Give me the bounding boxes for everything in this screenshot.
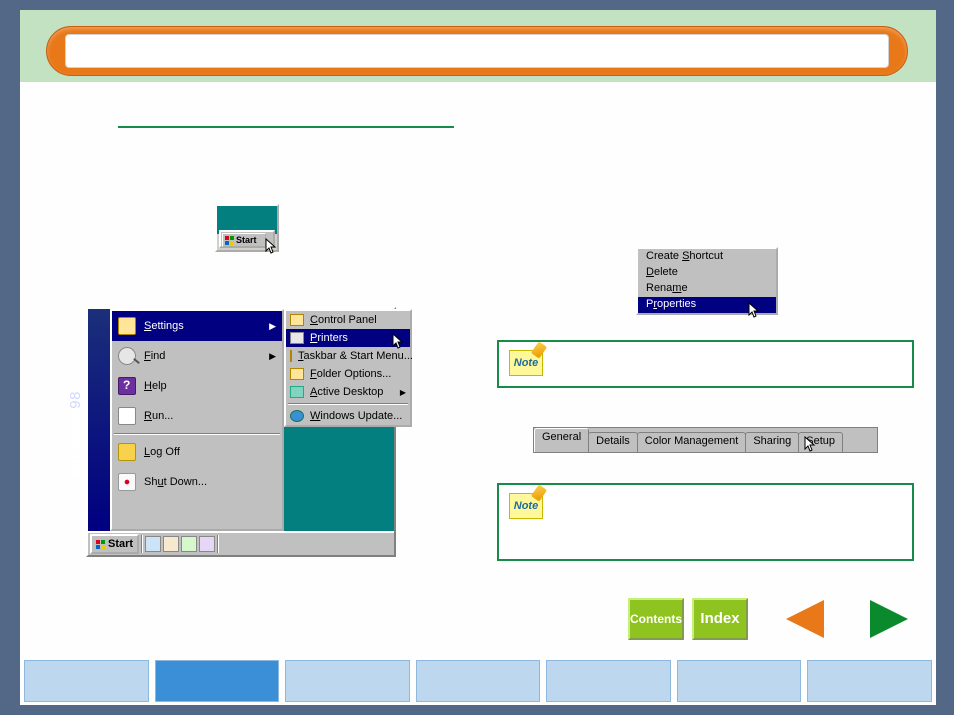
menu-item-help[interactable]: Help [112,371,282,401]
menu-item-settings[interactable]: Settings ▶ [112,311,282,341]
note-badge: Note [509,493,543,519]
submenu-item-folder-options[interactable]: Folder Options... [286,365,410,383]
cursor-icon [265,238,277,256]
context-menu: Create Shortcut Delete Rename Properties [636,247,778,315]
start-menu-banner: Windows98 [88,309,110,531]
contents-button[interactable]: Contents [628,598,684,640]
settings-submenu: Control Panel Printers Taskbar & Start M… [284,309,412,427]
tab-general[interactable]: General [534,428,589,452]
quicklaunch-ie-icon[interactable] [145,536,161,552]
logoff-icon [118,443,136,461]
menu-item-logoff[interactable]: Log Off [112,437,282,467]
note-box-2: Note [497,483,914,561]
start-label: Start [108,536,133,552]
note-badge: Note [509,350,543,376]
submenu-item-active-desktop[interactable]: Active Desktop ▶ [286,383,410,401]
note-box-1: Note [497,340,914,388]
windows-flag-icon [225,236,234,245]
cursor-icon [748,302,760,320]
bottom-tab-strip [24,660,932,702]
submenu-label: Windows Update... [310,410,402,422]
start-button-preview: Start [215,204,279,252]
quicklaunch-desktop-icon[interactable] [181,536,197,552]
windows-update-icon [290,410,304,422]
next-button[interactable] [868,598,912,640]
prev-button[interactable] [782,598,826,640]
menu-label: Settings [144,320,184,332]
menu-label: Log Off [144,446,180,458]
help-icon [118,377,136,395]
submenu-arrow-icon: ▶ [269,351,276,362]
quicklaunch-outlook-icon[interactable] [163,536,179,552]
submenu-item-windows-update[interactable]: Windows Update... [286,407,410,425]
printers-icon [290,332,304,344]
submenu-arrow-icon: ▶ [269,321,276,332]
section-divider [118,126,454,128]
taskbar-separator [217,535,219,553]
properties-tabstrip: General Details Color Management Sharing… [533,427,878,453]
cursor-icon [392,333,404,351]
submenu-label: Active Desktop [310,386,383,398]
run-icon [118,407,136,425]
find-icon [118,347,136,365]
menu-label: Run... [144,410,173,422]
tab-sharing[interactable]: Sharing [745,432,799,452]
submenu-separator [288,403,408,405]
shutdown-icon [118,473,136,491]
folder-options-icon [290,368,304,380]
menu-item-run[interactable]: Run... [112,401,282,431]
menu-label: Find [144,350,165,362]
menu-item-shutdown[interactable]: Shut Down... [112,467,282,497]
bottom-tab-2[interactable] [155,660,280,702]
start-menu-column: Settings ▶ Find ▶ Help Run... Log Off Sh… [110,309,284,531]
start-menu-screenshot: Windows98 Settings ▶ Find ▶ Help Run... … [86,307,396,557]
banner-bold: Windows [67,409,84,478]
control-panel-icon [290,314,304,326]
start-button-label: Start [236,234,257,246]
quicklaunch-channels-icon[interactable] [199,536,215,552]
cursor-icon [804,436,816,454]
start-button[interactable]: Start [222,233,266,247]
settings-icon [118,317,136,335]
menu-label: Shut Down... [144,476,207,488]
submenu-label: Folder Options... [310,368,391,380]
bottom-tab-3[interactable] [285,660,410,702]
submenu-label: Taskbar & Start Menu... [298,350,413,362]
bottom-tab-4[interactable] [416,660,541,702]
title-pill [46,26,908,76]
bottom-tab-6[interactable] [677,660,802,702]
active-desktop-icon [290,386,304,398]
title-pill-inner [65,34,889,68]
ctx-rename[interactable]: Rename [638,281,776,297]
submenu-label: Control Panel [310,314,377,326]
bottom-tab-1[interactable] [24,660,149,702]
bottom-tab-5[interactable] [546,660,671,702]
submenu-item-control-panel[interactable]: Control Panel [286,311,410,329]
tab-color-management[interactable]: Color Management [637,432,747,452]
index-button[interactable]: Index [692,598,748,640]
taskbar-start-button[interactable]: Start [90,534,139,554]
windows-flag-icon [96,540,105,549]
menu-separator [114,433,280,435]
bottom-tab-7[interactable] [807,660,932,702]
submenu-arrow-icon: ▶ [400,388,406,397]
ctx-delete[interactable]: Delete [638,265,776,281]
menu-item-find[interactable]: Find ▶ [112,341,282,371]
taskbar-separator [141,535,143,553]
taskbar-icon [290,350,292,362]
tab-details[interactable]: Details [588,432,638,452]
menu-label: Help [144,380,167,392]
ctx-create-shortcut[interactable]: Create Shortcut [638,249,776,265]
banner-light: 98 [67,391,84,409]
banner-text: Windows98 [67,391,84,478]
taskbar: Start [88,531,394,555]
submenu-label: Printers [310,332,348,344]
